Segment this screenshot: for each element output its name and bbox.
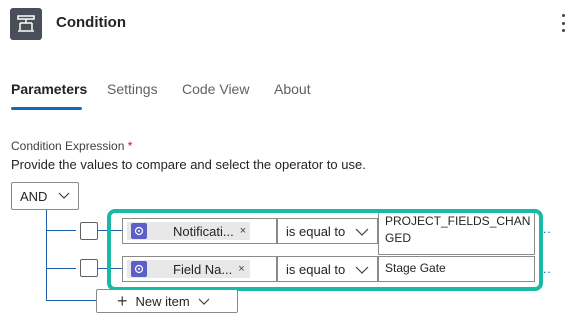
chevron-down-icon bbox=[198, 298, 210, 305]
row-more-icon[interactable]: .. bbox=[543, 222, 552, 236]
highlight-frame bbox=[107, 209, 543, 291]
tab-parameters[interactable]: Parameters bbox=[11, 81, 87, 97]
tree-line-branch bbox=[46, 268, 76, 269]
tree-line-vertical bbox=[46, 210, 47, 300]
group-operator-dropdown[interactable]: AND bbox=[11, 182, 79, 210]
tree-line-branch bbox=[46, 300, 96, 301]
more-options-icon[interactable] bbox=[560, 14, 566, 32]
plus-icon: + bbox=[117, 291, 128, 311]
new-item-label: New item bbox=[135, 293, 190, 309]
condition-expression-label: Condition Expression * bbox=[11, 139, 132, 153]
active-tab-indicator bbox=[11, 107, 82, 110]
condition-expression-text: Condition Expression bbox=[11, 139, 125, 153]
tab-about[interactable]: About bbox=[274, 81, 311, 97]
condition-icon bbox=[10, 8, 42, 40]
row-checkbox[interactable] bbox=[80, 259, 98, 277]
group-operator-value: AND bbox=[20, 188, 48, 204]
row-checkbox[interactable] bbox=[80, 222, 98, 240]
condition-description: Provide the values to compare and select… bbox=[11, 157, 366, 172]
tab-settings[interactable]: Settings bbox=[107, 81, 158, 97]
tree-line-branch bbox=[46, 230, 76, 231]
new-item-button[interactable]: + New item bbox=[96, 289, 238, 313]
action-title: Condition bbox=[56, 14, 126, 31]
tab-code-view[interactable]: Code View bbox=[182, 81, 249, 97]
row-more-icon[interactable]: .. bbox=[543, 262, 552, 276]
required-mark: * bbox=[127, 139, 133, 153]
chevron-down-icon bbox=[58, 192, 70, 199]
